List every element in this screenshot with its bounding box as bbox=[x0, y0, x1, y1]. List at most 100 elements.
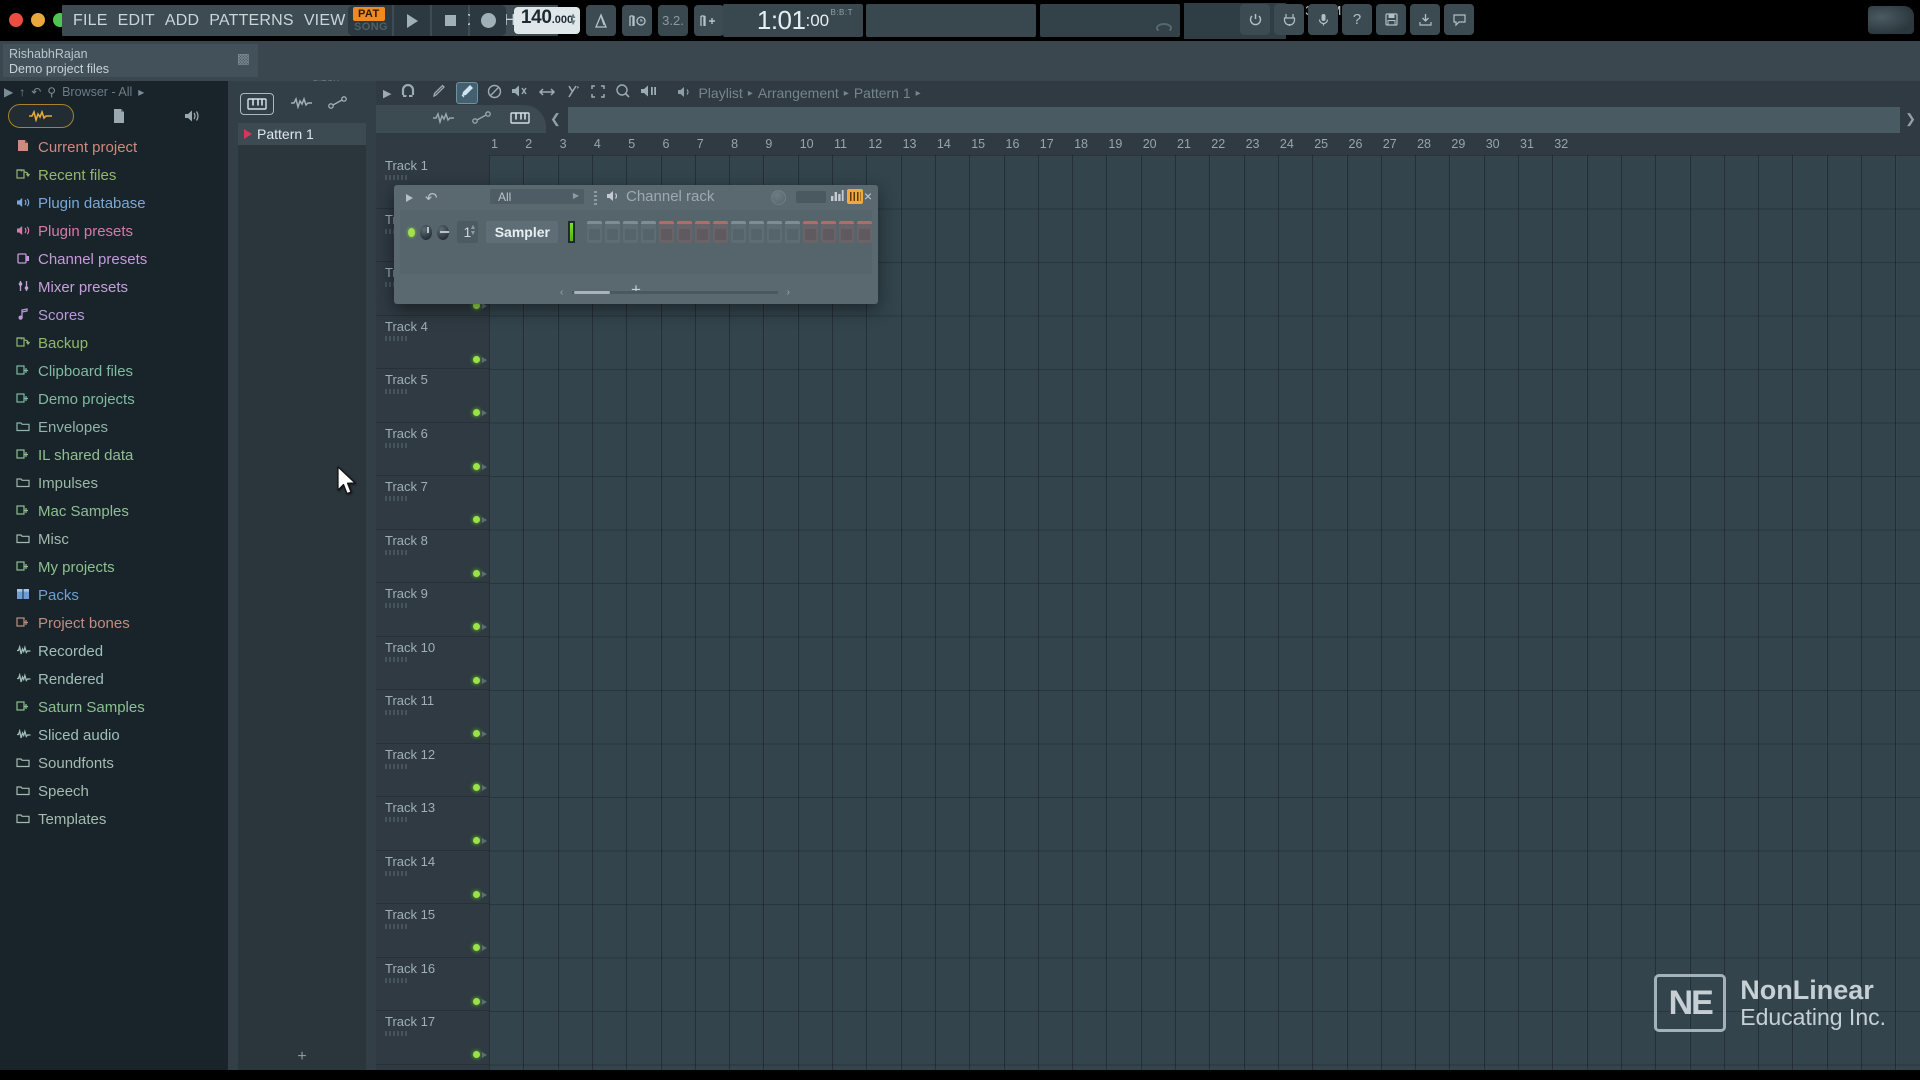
plugin-picker-icon[interactable] bbox=[1274, 4, 1304, 35]
browser-item-envelopes[interactable]: Envelopes bbox=[0, 413, 228, 441]
browser-item-my-projects[interactable]: My projects bbox=[0, 553, 228, 581]
track-enable-led[interactable] bbox=[473, 890, 480, 898]
breadcrumb-arrangement[interactable]: Arrangement bbox=[758, 85, 839, 101]
menu-edit[interactable]: EDIT bbox=[113, 10, 160, 32]
track-enable-led[interactable] bbox=[473, 462, 480, 470]
add-pattern-bottom-button[interactable]: + bbox=[228, 1048, 376, 1066]
scroll-right-icon[interactable]: ❯ bbox=[1905, 111, 1916, 127]
magnet-snap-icon[interactable] bbox=[400, 83, 416, 102]
track-menu-icon[interactable] bbox=[482, 677, 487, 684]
step-button[interactable] bbox=[731, 221, 746, 243]
zoom-tool-icon[interactable] bbox=[615, 83, 631, 103]
channel-enable-led[interactable] bbox=[408, 227, 416, 237]
track-menu-icon[interactable] bbox=[482, 624, 487, 630]
scroll-left-icon[interactable]: ‹ bbox=[560, 287, 563, 298]
channel-rack-pattern-field[interactable] bbox=[796, 191, 826, 203]
track-menu-icon[interactable] bbox=[482, 838, 487, 844]
expand-arrow-icon[interactable]: ▶ bbox=[383, 87, 391, 100]
menu-add[interactable]: ADD bbox=[160, 10, 204, 32]
step-button[interactable] bbox=[587, 221, 602, 243]
refresh-icon[interactable]: ↶ bbox=[31, 85, 41, 99]
mute-tool-icon[interactable] bbox=[511, 84, 529, 102]
track-grip-icon[interactable] bbox=[385, 710, 407, 715]
track-menu-icon[interactable] bbox=[482, 1052, 487, 1058]
menu-file[interactable]: FILE bbox=[68, 10, 113, 32]
channel-pan-knob[interactable] bbox=[436, 224, 449, 240]
track-grip-icon[interactable] bbox=[385, 656, 407, 662]
track-grip-icon[interactable] bbox=[385, 549, 407, 555]
playlist-track-row[interactable]: Track 14 bbox=[376, 851, 489, 904]
track-enable-led[interactable] bbox=[473, 997, 480, 1005]
track-enable-led[interactable] bbox=[473, 1051, 480, 1058]
paint-tool-icon[interactable] bbox=[456, 82, 479, 104]
playlist-track-row[interactable]: Track 17 bbox=[376, 1011, 489, 1065]
playlist-track-row[interactable]: Track 16 bbox=[376, 958, 489, 1011]
track-enable-led[interactable] bbox=[473, 409, 480, 416]
channel-volume-knob[interactable] bbox=[420, 224, 432, 240]
track-enable-led[interactable] bbox=[473, 730, 480, 737]
tempo-field[interactable]: 140 .000 ▲ ▼ bbox=[514, 7, 580, 34]
pattern-play-icon[interactable] bbox=[244, 129, 252, 139]
track-grip-icon[interactable] bbox=[385, 603, 407, 608]
save-icon[interactable] bbox=[1376, 4, 1406, 35]
step-button[interactable] bbox=[803, 221, 818, 243]
track-enable-led[interactable] bbox=[473, 837, 480, 844]
browser-item-clipboard-files[interactable]: Clipboard files bbox=[0, 357, 228, 385]
channel-name-button[interactable]: Sampler bbox=[486, 221, 559, 243]
track-menu-icon[interactable] bbox=[482, 410, 487, 416]
playlist-track-row[interactable]: Track 4 bbox=[376, 316, 489, 369]
record-button[interactable] bbox=[470, 5, 506, 36]
pencil-tool-icon[interactable] bbox=[431, 83, 447, 103]
automation-icon[interactable] bbox=[328, 95, 348, 113]
channel-rack-titlebar[interactable]: ↶ All ▶ Channel rack × bbox=[394, 185, 878, 210]
breadcrumb-pattern[interactable]: Pattern 1 bbox=[854, 85, 911, 101]
browser-item-misc[interactable]: Misc bbox=[0, 525, 228, 553]
browser-item-mixer-presets[interactable]: Mixer presets bbox=[0, 273, 228, 301]
channel-filter-dropdown[interactable]: All ▶ bbox=[490, 189, 584, 204]
track-grip-icon[interactable] bbox=[385, 817, 407, 822]
waveform-icon[interactable] bbox=[290, 96, 312, 113]
browser-tab-plugins[interactable] bbox=[155, 104, 228, 128]
browser-tab-files[interactable] bbox=[82, 104, 155, 128]
slip-tool-icon[interactable] bbox=[538, 85, 556, 102]
pattern-list-item[interactable]: Pattern 1 bbox=[238, 123, 366, 145]
search-icon[interactable]: ⚲ bbox=[47, 85, 56, 99]
track-grip-icon[interactable] bbox=[385, 763, 407, 769]
track-enable-led[interactable] bbox=[473, 569, 480, 577]
step-button[interactable] bbox=[641, 221, 656, 243]
channel-fx-number[interactable]: 1 ▲ ▼ bbox=[456, 221, 479, 243]
close-icon[interactable]: × bbox=[860, 188, 876, 204]
browser-item-recorded[interactable]: Recorded bbox=[0, 637, 228, 665]
fx-spinner-icon[interactable]: ▲ ▼ bbox=[469, 224, 476, 237]
browser-item-plugin-database[interactable]: Plugin database bbox=[0, 189, 228, 217]
step-button[interactable] bbox=[839, 221, 854, 243]
select-tool-icon[interactable] bbox=[590, 84, 606, 103]
playlist-track-row[interactable]: Track 15 bbox=[376, 904, 489, 958]
track-grip-icon[interactable] bbox=[385, 924, 407, 929]
playlist-track-row[interactable]: Track 12 bbox=[376, 744, 489, 797]
track-enable-led[interactable] bbox=[473, 355, 480, 363]
playlist-scroll-thumb[interactable] bbox=[568, 107, 1900, 133]
playlist-track-row[interactable]: Track 7 bbox=[376, 476, 489, 530]
browser-item-current-project[interactable]: Current project bbox=[0, 133, 228, 161]
chat-icon[interactable] bbox=[1444, 4, 1474, 35]
browser-item-demo-projects[interactable]: Demo projects bbox=[0, 385, 228, 413]
breadcrumb-playlist[interactable]: Playlist bbox=[698, 85, 742, 101]
browser-tab-all[interactable] bbox=[8, 104, 74, 128]
browser-item-rendered[interactable]: Rendered bbox=[0, 665, 228, 693]
step-button[interactable] bbox=[605, 221, 620, 243]
step-button[interactable] bbox=[659, 221, 674, 243]
swing-knob[interactable] bbox=[771, 190, 786, 205]
track-enable-led[interactable] bbox=[473, 783, 480, 791]
browser-item-mac-samples[interactable]: Mac Samples bbox=[0, 497, 228, 525]
project-info-panel[interactable]: RishabhRajan Demo project files ▩ bbox=[3, 44, 258, 77]
track-menu-icon[interactable] bbox=[482, 891, 487, 898]
track-enable-led[interactable] bbox=[473, 623, 480, 630]
close-window-button[interactable] bbox=[9, 13, 23, 27]
add-step-icon[interactable] bbox=[694, 5, 724, 36]
playlist-track-row[interactable]: Track 10 bbox=[376, 637, 489, 690]
scroll-left-icon[interactable]: ❮ bbox=[550, 111, 561, 127]
track-menu-icon[interactable] bbox=[482, 570, 487, 577]
undo-icon[interactable]: ↶ bbox=[425, 189, 438, 207]
browser-item-backup[interactable]: Backup bbox=[0, 329, 228, 357]
